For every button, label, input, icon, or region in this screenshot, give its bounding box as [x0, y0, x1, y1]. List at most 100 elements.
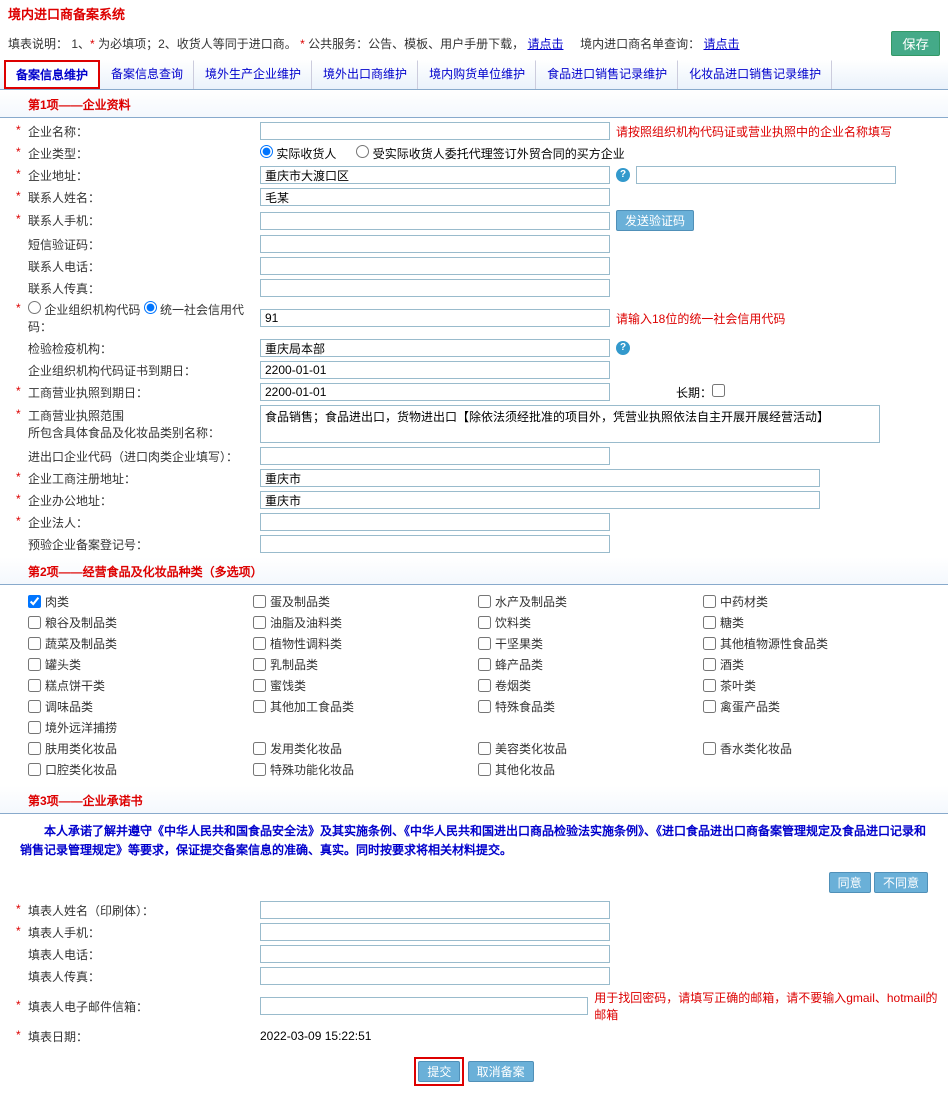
- tab-overseas-producer[interactable]: 境外生产企业维护: [194, 60, 312, 89]
- category-checkbox[interactable]: [703, 742, 716, 755]
- company-type-radio-1[interactable]: [260, 145, 273, 158]
- category-checkbox[interactable]: [703, 700, 716, 713]
- address-detail-input[interactable]: [636, 166, 896, 184]
- officeaddr-input[interactable]: [260, 491, 820, 509]
- smscode-label: 短信验证码：: [10, 236, 260, 253]
- submit-button[interactable]: 提交: [418, 1061, 460, 1082]
- category-checkbox[interactable]: [253, 595, 266, 608]
- category-checkbox[interactable]: [28, 616, 41, 629]
- category-checkbox[interactable]: [253, 679, 266, 692]
- category-label: 其他加工食品类: [270, 698, 354, 715]
- bizexp-input[interactable]: [260, 383, 610, 401]
- filler-tel-input[interactable]: [260, 945, 610, 963]
- smscode-input[interactable]: [260, 235, 610, 253]
- category-item: 禽蛋产品类: [703, 698, 920, 715]
- category-checkbox[interactable]: [478, 658, 491, 671]
- save-button[interactable]: 保存: [891, 31, 940, 56]
- category-label: 口腔类化妆品: [45, 761, 117, 778]
- category-checkbox[interactable]: [478, 595, 491, 608]
- cancel-button[interactable]: 取消备案: [468, 1061, 534, 1082]
- category-item: 特殊食品类: [478, 698, 695, 715]
- category-checkbox[interactable]: [478, 763, 491, 776]
- category-item: 发用类化妆品: [253, 740, 470, 757]
- send-sms-button[interactable]: 发送验证码: [616, 210, 694, 231]
- category-checkbox[interactable]: [703, 595, 716, 608]
- scope-textarea[interactable]: [260, 405, 880, 443]
- filler-mobile-input[interactable]: [260, 923, 610, 941]
- license-input[interactable]: [260, 535, 610, 553]
- category-checkbox[interactable]: [28, 637, 41, 650]
- category-checkbox[interactable]: [28, 679, 41, 692]
- inspect-input[interactable]: [260, 339, 610, 357]
- category-checkbox[interactable]: [253, 742, 266, 755]
- category-checkbox[interactable]: [478, 679, 491, 692]
- tel-input[interactable]: [260, 257, 610, 275]
- query-link[interactable]: 请点击: [704, 37, 740, 51]
- company-name-input[interactable]: [260, 122, 610, 140]
- filler-fax-input[interactable]: [260, 967, 610, 985]
- tab-cosmetic-sales-record[interactable]: 化妆品进口销售记录维护: [678, 60, 832, 89]
- download-link[interactable]: 请点击: [527, 37, 563, 51]
- section3-header: 第3项——企业承诺书: [0, 786, 948, 814]
- category-checkbox[interactable]: [28, 658, 41, 671]
- fax-input[interactable]: [260, 279, 610, 297]
- orgcode-mode-radio-1[interactable]: [28, 301, 41, 314]
- contact-name-input[interactable]: [260, 188, 610, 206]
- category-label: 肤用类化妆品: [45, 740, 117, 757]
- orgexp-input[interactable]: [260, 361, 610, 379]
- category-checkbox[interactable]: [28, 595, 41, 608]
- tab-food-sales-record[interactable]: 食品进口销售记录维护: [536, 60, 678, 89]
- tab-overseas-exporter[interactable]: 境外出口商维护: [312, 60, 418, 89]
- category-checkbox[interactable]: [253, 616, 266, 629]
- category-checkbox[interactable]: [478, 637, 491, 650]
- filler-email-input[interactable]: [260, 997, 588, 1015]
- longterm-checkbox[interactable]: [712, 384, 725, 397]
- category-checkbox[interactable]: [28, 763, 41, 776]
- help-icon[interactable]: ?: [616, 168, 630, 182]
- category-checkbox[interactable]: [28, 721, 41, 734]
- category-checkbox[interactable]: [28, 700, 41, 713]
- category-checkbox[interactable]: [478, 700, 491, 713]
- category-grid: 肉类蛋及制品类水产及制品类中药材类粮谷及制品类油脂及油料类饮料类糖类蔬菜及制品类…: [0, 585, 948, 786]
- tab-domestic-buyer[interactable]: 境内购货单位维护: [418, 60, 536, 89]
- category-checkbox[interactable]: [253, 637, 266, 650]
- category-checkbox[interactable]: [703, 658, 716, 671]
- category-item: 特殊功能化妆品: [253, 761, 470, 778]
- orgcode-mode-radio-2[interactable]: [144, 301, 157, 314]
- tab-record-query[interactable]: 备案信息查询: [100, 60, 194, 89]
- instrux-label: 填表说明：: [8, 37, 68, 51]
- legal-input[interactable]: [260, 513, 610, 531]
- filler-name-label: 填表人姓名（印刷体）：: [10, 902, 260, 919]
- category-checkbox[interactable]: [703, 679, 716, 692]
- category-checkbox[interactable]: [253, 763, 266, 776]
- fill-date-value: 2022-03-09 15:22:51: [260, 1029, 371, 1043]
- filler-name-input[interactable]: [260, 901, 610, 919]
- category-item: 香水类化妆品: [703, 740, 920, 757]
- company-type-label: 企业类型：: [10, 145, 260, 162]
- category-label: 肉类: [45, 593, 69, 610]
- category-label: 禽蛋产品类: [720, 698, 780, 715]
- iecode-input[interactable]: [260, 447, 610, 465]
- regaddr-input[interactable]: [260, 469, 820, 487]
- category-checkbox[interactable]: [703, 616, 716, 629]
- category-checkbox[interactable]: [478, 742, 491, 755]
- tab-record-maintain[interactable]: 备案信息维护: [4, 60, 100, 89]
- category-checkbox[interactable]: [253, 658, 266, 671]
- company-type-radio-2[interactable]: [356, 145, 369, 158]
- agree-button[interactable]: 同意: [829, 872, 871, 893]
- category-item: 美容类化妆品: [478, 740, 695, 757]
- help-icon[interactable]: ?: [616, 341, 630, 355]
- legal-label: 企业法人：: [10, 514, 260, 531]
- category-label: 蜂产品类: [495, 656, 543, 673]
- category-checkbox[interactable]: [253, 700, 266, 713]
- disagree-button[interactable]: 不同意: [874, 872, 928, 893]
- category-label: 饮料类: [495, 614, 531, 631]
- orgcode-input[interactable]: [260, 309, 610, 327]
- officeaddr-label: 企业办公地址：: [10, 492, 260, 509]
- category-checkbox[interactable]: [703, 637, 716, 650]
- category-item: 酒类: [703, 656, 920, 673]
- category-checkbox[interactable]: [478, 616, 491, 629]
- category-checkbox[interactable]: [28, 742, 41, 755]
- address-input[interactable]: [260, 166, 610, 184]
- mobile-input[interactable]: [260, 212, 610, 230]
